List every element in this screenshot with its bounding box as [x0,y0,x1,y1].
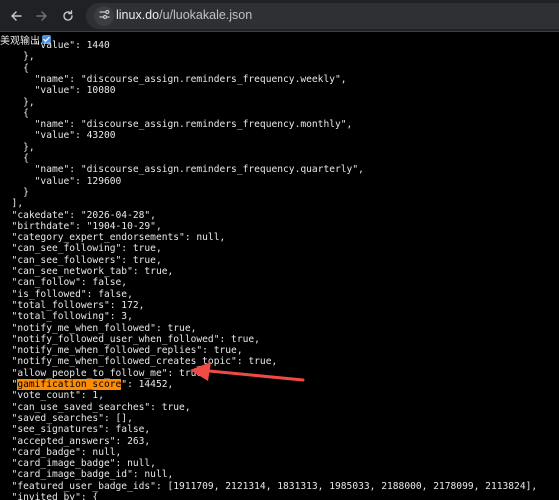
annotation-arrow [190,362,305,382]
